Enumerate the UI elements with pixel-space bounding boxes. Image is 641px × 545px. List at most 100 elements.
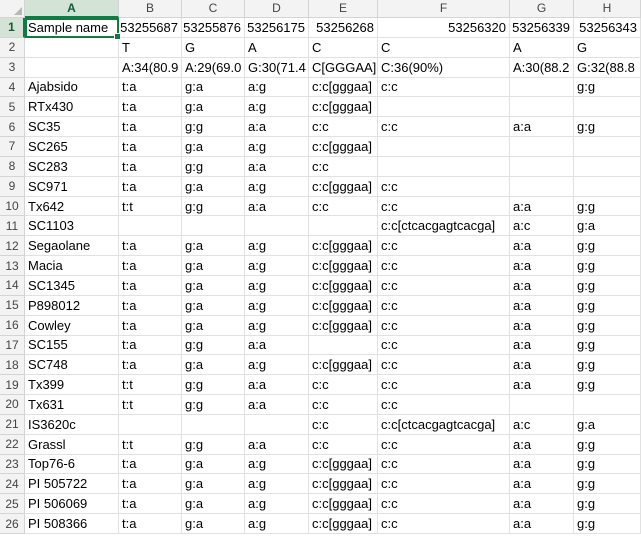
- cell-c23[interactable]: g:a: [182, 454, 245, 475]
- column-header-h[interactable]: H: [574, 0, 641, 18]
- cell-f5[interactable]: [378, 97, 510, 118]
- cell-f4[interactable]: c:c: [378, 77, 510, 98]
- cell-e12[interactable]: c:c[gggaa]: [309, 236, 378, 257]
- cell-h9[interactable]: [574, 176, 641, 197]
- cell-f21[interactable]: c:c[ctcacgagtcacga]: [378, 414, 510, 435]
- column-header-b[interactable]: B: [119, 0, 182, 18]
- cell-c5[interactable]: g:a: [182, 97, 245, 118]
- cell-c24[interactable]: g:a: [182, 474, 245, 495]
- cell-c7[interactable]: g:a: [182, 137, 245, 157]
- cell-h11[interactable]: g:a: [574, 216, 641, 237]
- cell-f11[interactable]: c:c[ctcacgagtcacga]: [378, 216, 510, 237]
- cell-g5[interactable]: [510, 97, 574, 118]
- cell-c10[interactable]: g:g: [182, 196, 245, 217]
- cell-a23[interactable]: Top76-6: [25, 454, 119, 475]
- cell-h16[interactable]: g:g: [574, 315, 641, 336]
- cell-b8[interactable]: t:a: [119, 156, 182, 177]
- cell-g9[interactable]: [510, 176, 574, 197]
- cell-h15[interactable]: g:g: [574, 295, 641, 316]
- row-header-6[interactable]: 6: [0, 117, 25, 138]
- cell-b18[interactable]: t:a: [119, 355, 182, 376]
- cell-f13[interactable]: c:c: [378, 256, 510, 276]
- cell-h7[interactable]: [574, 137, 641, 157]
- cell-g11[interactable]: a:c: [510, 216, 574, 237]
- cell-h21[interactable]: g:a: [574, 414, 641, 435]
- cell-e24[interactable]: c:c[gggaa]: [309, 474, 378, 495]
- cell-b14[interactable]: t:a: [119, 275, 182, 296]
- cell-e19[interactable]: c:c: [309, 375, 378, 396]
- cell-b22[interactable]: t:t: [119, 434, 182, 455]
- cell-b10[interactable]: t:t: [119, 196, 182, 217]
- cell-c16[interactable]: g:a: [182, 315, 245, 336]
- cell-f19[interactable]: c:c: [378, 375, 510, 396]
- cell-e21[interactable]: c:c: [309, 414, 378, 435]
- row-header-21[interactable]: 21: [0, 414, 25, 435]
- cell-c9[interactable]: g:a: [182, 176, 245, 197]
- cell-h14[interactable]: g:g: [574, 275, 641, 296]
- cell-a18[interactable]: SC748: [25, 355, 119, 376]
- cell-a15[interactable]: P898012: [25, 295, 119, 316]
- cell-h4[interactable]: g:g: [574, 77, 641, 98]
- cell-h19[interactable]: g:g: [574, 375, 641, 396]
- cell-a12[interactable]: Segaolane: [25, 236, 119, 257]
- cell-e20[interactable]: c:c: [309, 395, 378, 415]
- cell-a7[interactable]: SC265: [25, 137, 119, 157]
- cell-a9[interactable]: SC971: [25, 176, 119, 197]
- cell-f26[interactable]: c:c: [378, 514, 510, 534]
- cell-c25[interactable]: g:a: [182, 494, 245, 515]
- cell-b1[interactable]: 53255687: [119, 18, 182, 38]
- cell-a3[interactable]: [25, 57, 119, 78]
- cell-h23[interactable]: g:g: [574, 454, 641, 475]
- cell-b9[interactable]: t:a: [119, 176, 182, 197]
- column-header-a[interactable]: A: [25, 0, 119, 18]
- cell-c6[interactable]: g:g: [182, 117, 245, 138]
- cell-g1[interactable]: 53256339: [510, 18, 574, 38]
- cell-c17[interactable]: g:g: [182, 335, 245, 356]
- cell-g12[interactable]: a:a: [510, 236, 574, 257]
- row-header-24[interactable]: 24: [0, 474, 25, 495]
- row-header-26[interactable]: 26: [0, 514, 25, 534]
- cell-d2[interactable]: A: [245, 37, 309, 58]
- cell-c2[interactable]: G: [182, 37, 245, 58]
- row-header-5[interactable]: 5: [0, 97, 25, 118]
- cell-g16[interactable]: a:a: [510, 315, 574, 336]
- cell-g18[interactable]: a:a: [510, 355, 574, 376]
- cell-d19[interactable]: a:a: [245, 375, 309, 396]
- cell-e11[interactable]: [309, 216, 378, 237]
- cell-e2[interactable]: C: [309, 37, 378, 58]
- cell-d5[interactable]: a:g: [245, 97, 309, 118]
- cell-b7[interactable]: t:a: [119, 137, 182, 157]
- column-header-f[interactable]: F: [378, 0, 510, 18]
- cell-a11[interactable]: SC1103: [25, 216, 119, 237]
- cell-b11[interactable]: [119, 216, 182, 237]
- cell-a8[interactable]: SC283: [25, 156, 119, 177]
- cell-f3[interactable]: C:36(90%): [378, 57, 510, 78]
- cell-e25[interactable]: c:c[gggaa]: [309, 494, 378, 515]
- cell-h6[interactable]: g:g: [574, 117, 641, 138]
- cell-d17[interactable]: a:a: [245, 335, 309, 356]
- cell-d1[interactable]: 53256175: [245, 18, 309, 38]
- cell-d15[interactable]: a:g: [245, 295, 309, 316]
- cell-b2[interactable]: T: [119, 37, 182, 58]
- cell-a26[interactable]: PI 508366: [25, 514, 119, 534]
- cell-d4[interactable]: a:g: [245, 77, 309, 98]
- cell-h3[interactable]: G:32(88.8: [574, 57, 641, 78]
- cell-c3[interactable]: A:29(69.0: [182, 57, 245, 78]
- cell-g14[interactable]: a:a: [510, 275, 574, 296]
- cell-h26[interactable]: g:g: [574, 514, 641, 534]
- cell-d23[interactable]: a:g: [245, 454, 309, 475]
- cell-h12[interactable]: g:g: [574, 236, 641, 257]
- cell-g7[interactable]: [510, 137, 574, 157]
- cell-b26[interactable]: t:a: [119, 514, 182, 534]
- cell-f8[interactable]: [378, 156, 510, 177]
- cell-h18[interactable]: g:g: [574, 355, 641, 376]
- cell-c19[interactable]: g:g: [182, 375, 245, 396]
- cell-g6[interactable]: a:a: [510, 117, 574, 138]
- cell-c22[interactable]: g:g: [182, 434, 245, 455]
- cell-d9[interactable]: a:g: [245, 176, 309, 197]
- column-header-e[interactable]: E: [309, 0, 378, 18]
- row-header-9[interactable]: 9: [0, 176, 25, 197]
- cell-f6[interactable]: c:c: [378, 117, 510, 138]
- cell-f23[interactable]: c:c: [378, 454, 510, 475]
- row-header-1[interactable]: 1: [0, 18, 25, 38]
